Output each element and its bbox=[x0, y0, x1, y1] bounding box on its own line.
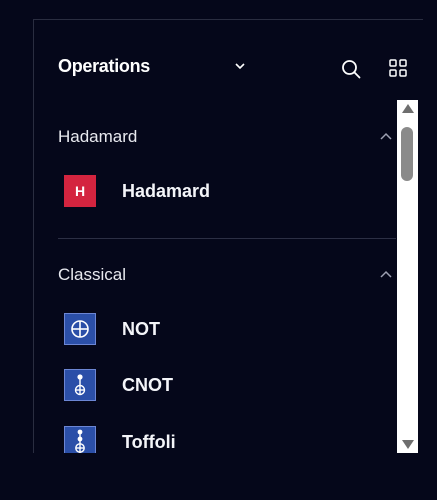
scroll-down-arrow-icon[interactable] bbox=[402, 440, 414, 449]
search-icon[interactable] bbox=[340, 58, 362, 80]
operations-panel: Operations Hadamard H Hadamard Classical… bbox=[33, 19, 423, 453]
panel-title: Operations bbox=[58, 55, 151, 76]
chevron-up-icon[interactable] bbox=[379, 269, 393, 279]
operation-item-cnot[interactable]: CNOT bbox=[64, 368, 173, 402]
operation-label: Toffoli bbox=[122, 431, 176, 452]
cnot-gate-icon bbox=[64, 369, 96, 401]
operation-label: NOT bbox=[122, 318, 160, 339]
toffoli-gate-icon bbox=[64, 426, 96, 453]
not-gate-icon bbox=[64, 313, 96, 345]
grid-icon[interactable] bbox=[388, 58, 408, 78]
section-divider bbox=[58, 238, 396, 239]
hadamard-gate-icon: H bbox=[64, 175, 96, 207]
operation-item-toffoli[interactable]: Toffoli bbox=[64, 425, 176, 453]
operation-item-hadamard[interactable]: H Hadamard bbox=[64, 174, 210, 208]
section-label: Classical bbox=[58, 265, 127, 284]
operation-label: CNOT bbox=[122, 374, 173, 395]
section-header-classical[interactable]: Classical bbox=[58, 263, 393, 287]
scroll-up-arrow-icon[interactable] bbox=[402, 104, 414, 113]
panel-header: Operations bbox=[34, 20, 423, 100]
chevron-down-icon[interactable] bbox=[234, 60, 246, 72]
operation-item-not[interactable]: NOT bbox=[64, 312, 160, 346]
scrollbar-thumb[interactable] bbox=[401, 127, 413, 181]
chevron-up-icon[interactable] bbox=[379, 131, 393, 141]
section-label: Hadamard bbox=[58, 127, 138, 146]
operation-label: Hadamard bbox=[122, 180, 211, 201]
operations-dropdown[interactable]: Operations bbox=[58, 52, 150, 80]
section-header-hadamard[interactable]: Hadamard bbox=[58, 125, 393, 149]
operations-list: Hadamard H Hadamard Classical NOT CNOT T… bbox=[34, 100, 396, 453]
gate-icon-text: H bbox=[74, 183, 86, 199]
vertical-scrollbar[interactable] bbox=[397, 100, 418, 453]
